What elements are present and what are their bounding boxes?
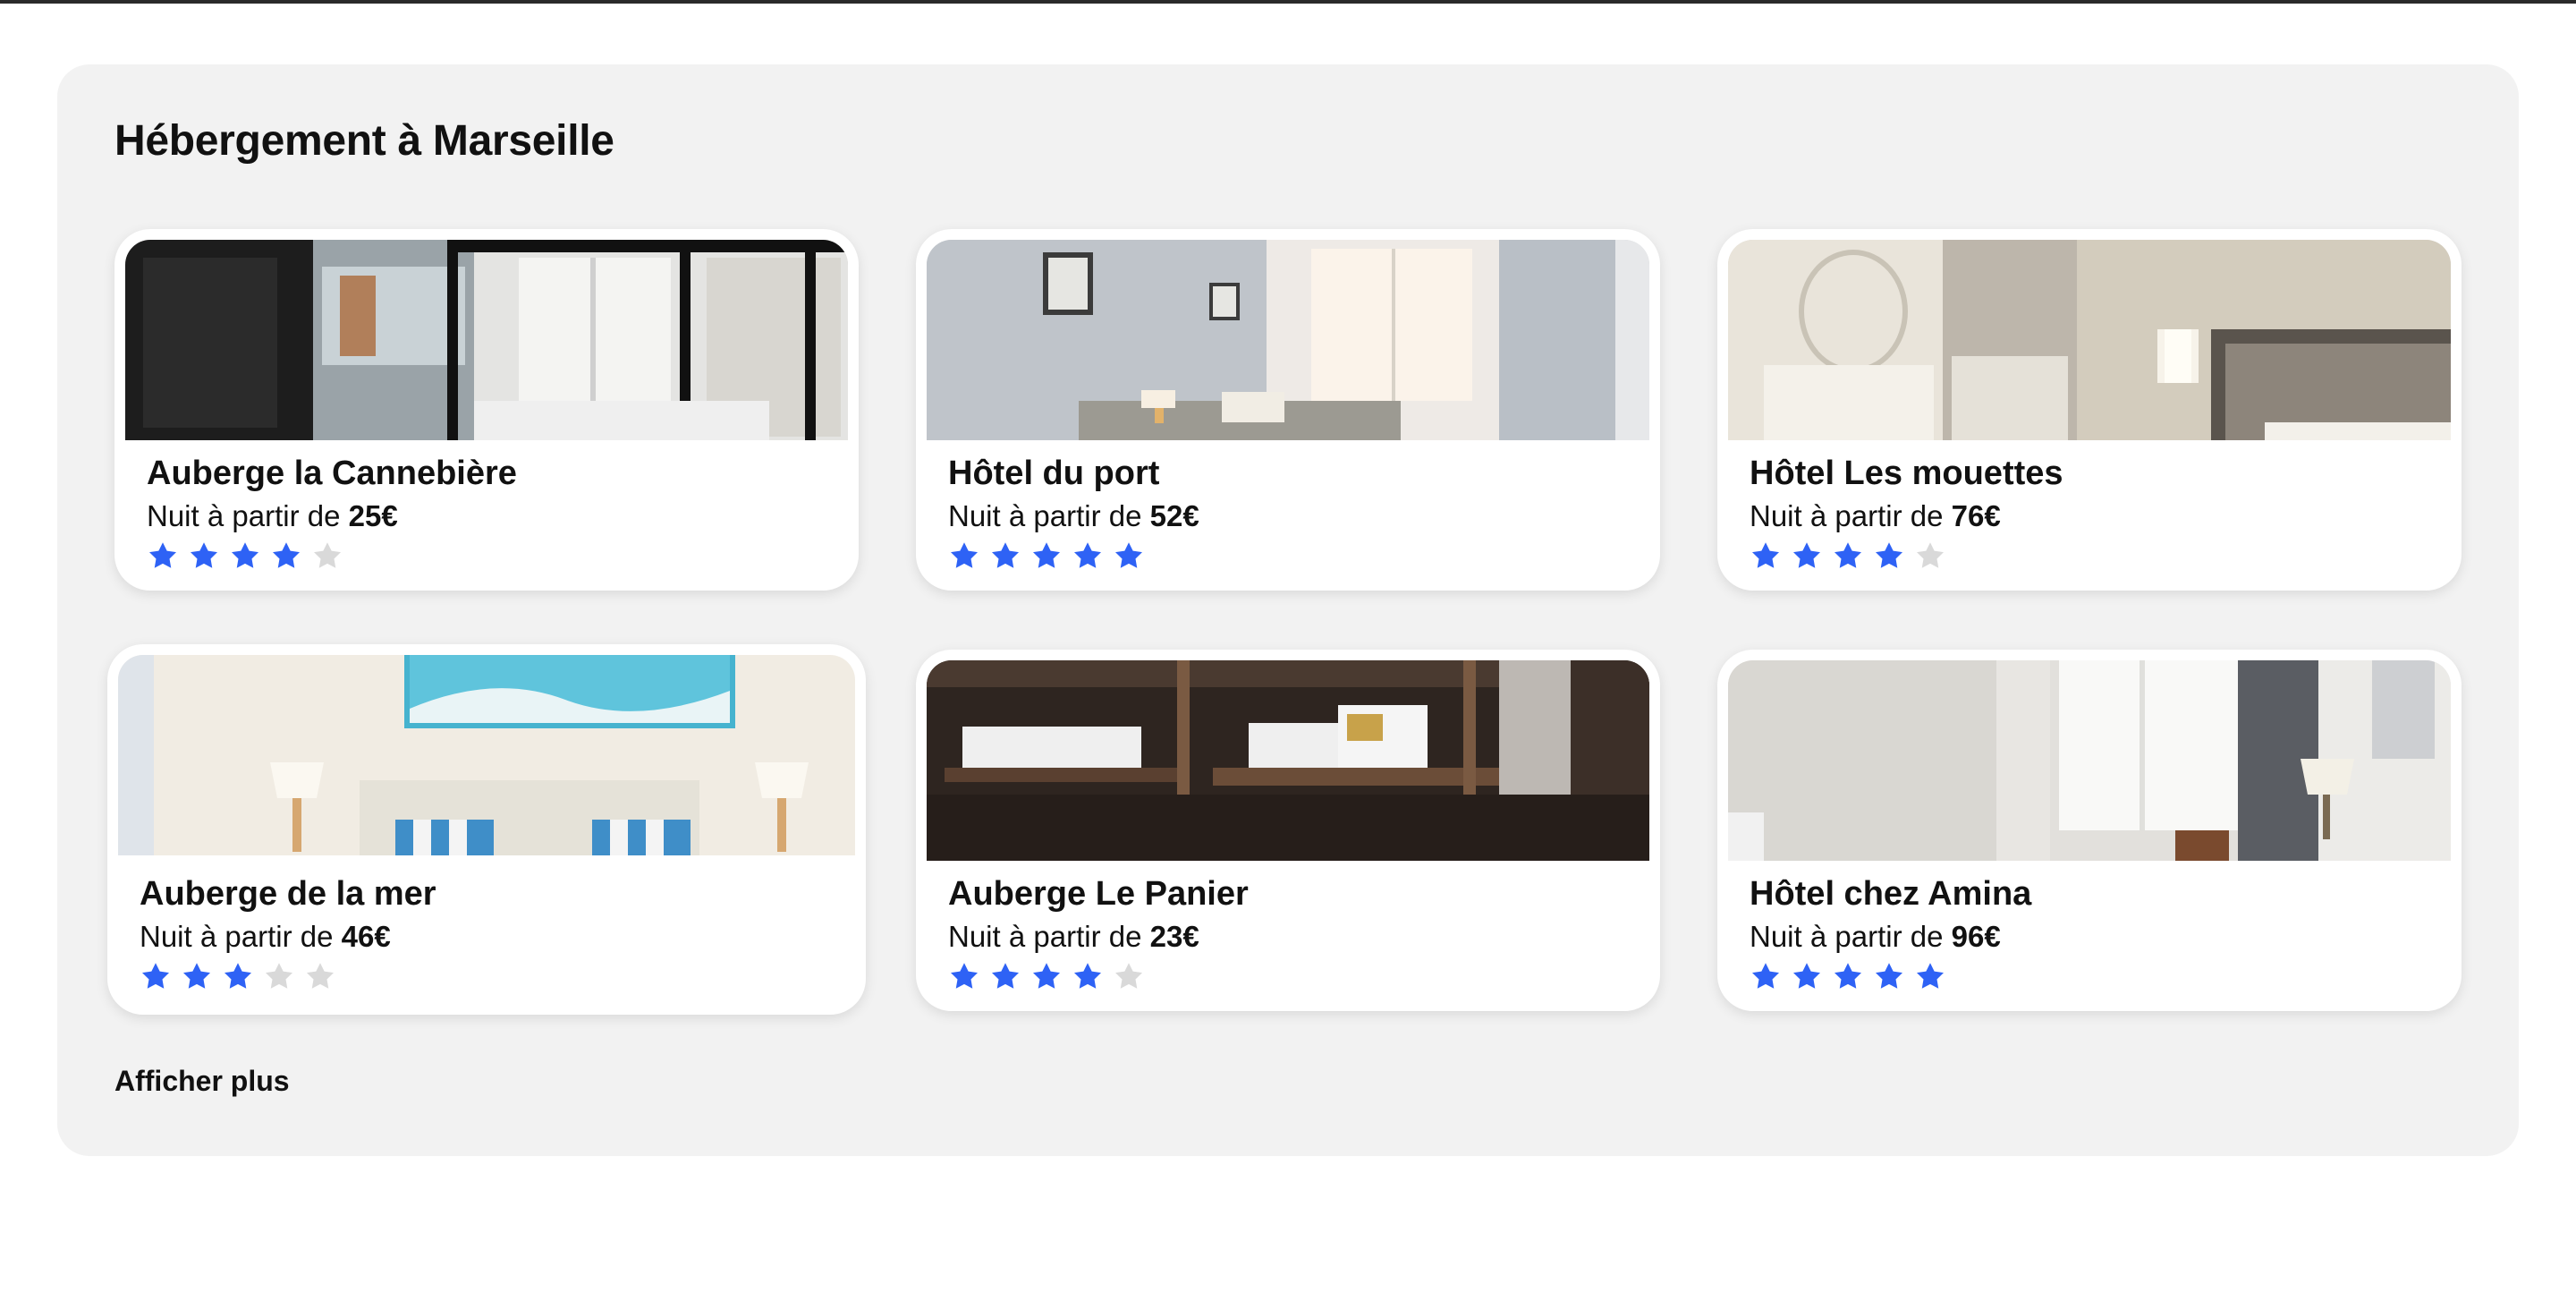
star-filled-icon xyxy=(188,540,220,573)
star-filled-icon xyxy=(989,961,1021,993)
listing-name[interactable]: Hôtel Les mouettes xyxy=(1750,455,2063,493)
star-filled-icon xyxy=(222,961,254,993)
price-prefix: Nuit à partir de xyxy=(948,499,1142,532)
listing-price: Nuit à partir de 96€ xyxy=(1750,920,2001,954)
price-value: 52€ xyxy=(1149,499,1199,532)
star-filled-icon xyxy=(1030,540,1063,573)
star-filled-icon xyxy=(1750,540,1782,573)
star-filled-icon xyxy=(1072,540,1104,573)
show-more-button[interactable]: Afficher plus xyxy=(114,1065,290,1098)
star-rating xyxy=(140,961,336,993)
price-value: 25€ xyxy=(348,499,398,532)
price-value: 76€ xyxy=(1951,499,2001,532)
listing-photo xyxy=(927,660,1649,861)
listing-photo xyxy=(1728,660,2451,861)
star-rating xyxy=(1750,961,1946,993)
listing-photo xyxy=(125,240,848,440)
price-prefix: Nuit à partir de xyxy=(948,920,1142,953)
star-filled-icon xyxy=(229,540,261,573)
star-filled-icon xyxy=(1030,961,1063,993)
star-filled-icon xyxy=(1750,961,1782,993)
star-filled-icon xyxy=(1873,540,1905,573)
price-prefix: Nuit à partir de xyxy=(1750,499,1944,532)
star-filled-icon xyxy=(1832,961,1864,993)
listing-name[interactable]: Hôtel du port xyxy=(948,455,1159,493)
listing-price: Nuit à partir de 25€ xyxy=(147,499,398,533)
listing-price: Nuit à partir de 46€ xyxy=(140,920,391,954)
star-filled-icon xyxy=(1072,961,1104,993)
star-filled-icon xyxy=(1873,961,1905,993)
listing-card[interactable]: Hôtel Les mouettes Nuit à partir de 76€ xyxy=(1717,229,2462,591)
star-empty-icon xyxy=(1914,540,1946,573)
star-filled-icon xyxy=(181,961,213,993)
price-prefix: Nuit à partir de xyxy=(1750,920,1944,953)
star-rating xyxy=(147,540,343,573)
listing-card[interactable]: Hôtel chez Amina Nuit à partir de 96€ xyxy=(1717,650,2462,1011)
listing-card[interactable]: Auberge Le Panier Nuit à partir de 23€ xyxy=(916,650,1660,1011)
listing-card[interactable]: Auberge de la mer Nuit à partir de 46€ xyxy=(107,644,866,1015)
listing-photo xyxy=(927,240,1649,440)
price-prefix: Nuit à partir de xyxy=(140,920,334,953)
listing-price: Nuit à partir de 52€ xyxy=(948,499,1199,533)
star-filled-icon xyxy=(1914,961,1946,993)
star-filled-icon xyxy=(270,540,302,573)
star-filled-icon xyxy=(948,540,980,573)
section-title: Hébergement à Marseille xyxy=(114,117,614,165)
star-filled-icon xyxy=(1791,961,1823,993)
star-rating xyxy=(948,961,1145,993)
star-empty-icon xyxy=(311,540,343,573)
top-border xyxy=(0,0,2576,4)
listing-name[interactable]: Hôtel chez Amina xyxy=(1750,875,2031,914)
star-empty-icon xyxy=(304,961,336,993)
listing-card[interactable]: Auberge la Cannebière Nuit à partir de 2… xyxy=(114,229,859,591)
star-filled-icon xyxy=(948,961,980,993)
listing-name[interactable]: Auberge la Cannebière xyxy=(147,455,517,493)
listing-photo xyxy=(1728,240,2451,440)
star-filled-icon xyxy=(989,540,1021,573)
listing-price: Nuit à partir de 23€ xyxy=(948,920,1199,954)
price-value: 46€ xyxy=(341,920,391,953)
star-filled-icon xyxy=(1791,540,1823,573)
listing-card[interactable]: Hôtel du port Nuit à partir de 52€ xyxy=(916,229,1660,591)
star-filled-icon xyxy=(140,961,172,993)
star-empty-icon xyxy=(1113,961,1145,993)
star-filled-icon xyxy=(147,540,179,573)
price-value: 96€ xyxy=(1951,920,2001,953)
star-rating xyxy=(1750,540,1946,573)
star-empty-icon xyxy=(263,961,295,993)
star-filled-icon xyxy=(1832,540,1864,573)
listing-name[interactable]: Auberge Le Panier xyxy=(948,875,1249,914)
listing-photo xyxy=(118,655,855,855)
star-filled-icon xyxy=(1113,540,1145,573)
star-rating xyxy=(948,540,1145,573)
listing-price: Nuit à partir de 76€ xyxy=(1750,499,2001,533)
price-value: 23€ xyxy=(1149,920,1199,953)
listing-name[interactable]: Auberge de la mer xyxy=(140,875,436,914)
price-prefix: Nuit à partir de xyxy=(147,499,341,532)
